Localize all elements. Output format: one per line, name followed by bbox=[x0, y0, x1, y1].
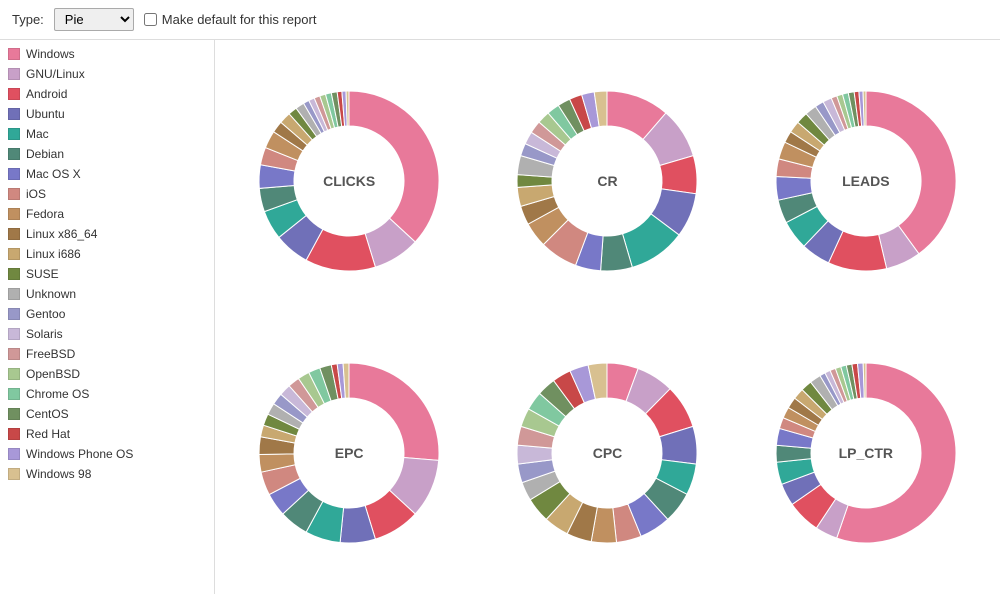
chart-label-cpc: CPC bbox=[593, 445, 623, 461]
legend-item[interactable]: Debian bbox=[0, 144, 214, 164]
legend-item[interactable]: CentOS bbox=[0, 404, 214, 424]
legend-item[interactable]: Linux i686 bbox=[0, 244, 214, 264]
legend-color-swatch bbox=[8, 148, 20, 160]
legend-color-swatch bbox=[8, 408, 20, 420]
legend-item-label: Android bbox=[26, 87, 67, 101]
legend-color-swatch bbox=[8, 468, 20, 480]
chart-cpc: CPC bbox=[483, 322, 731, 584]
legend-item-label: GNU/Linux bbox=[26, 67, 85, 81]
legend-item[interactable]: iOS bbox=[0, 184, 214, 204]
legend-color-swatch bbox=[8, 48, 20, 60]
chart-epc: EPC bbox=[225, 322, 473, 584]
legend-color-swatch bbox=[8, 88, 20, 100]
legend-item-label: Solaris bbox=[26, 327, 63, 341]
chart-lp_ctr: LP_CTR bbox=[742, 322, 990, 584]
legend-item[interactable]: Mac bbox=[0, 124, 214, 144]
chart-leads: LEADS bbox=[742, 50, 990, 312]
legend-item-label: Mac bbox=[26, 127, 49, 141]
legend-item[interactable]: OpenBSD bbox=[0, 364, 214, 384]
donut-wrapper: EPC bbox=[249, 353, 449, 553]
legend-color-swatch bbox=[8, 388, 20, 400]
legend-item-label: OpenBSD bbox=[26, 367, 80, 381]
legend-item-label: SUSE bbox=[26, 267, 59, 281]
legend-item[interactable]: Fedora bbox=[0, 204, 214, 224]
legend-item[interactable]: Unknown bbox=[0, 284, 214, 304]
legend-item-label: Gentoo bbox=[26, 307, 65, 321]
legend-item[interactable]: Windows Phone OS bbox=[0, 444, 214, 464]
legend-item[interactable]: Solaris bbox=[0, 324, 214, 344]
default-checkbox-label[interactable]: Make default for this report bbox=[144, 12, 317, 27]
legend-color-swatch bbox=[8, 208, 20, 220]
legend-item[interactable]: GNU/Linux bbox=[0, 64, 214, 84]
legend-item-label: Chrome OS bbox=[26, 387, 89, 401]
toolbar: Type: Pie Bar Line Make default for this… bbox=[0, 0, 1000, 40]
legend-color-swatch bbox=[8, 308, 20, 320]
legend-item-label: Windows Phone OS bbox=[26, 447, 133, 461]
legend-color-swatch bbox=[8, 328, 20, 340]
legend-color-swatch bbox=[8, 288, 20, 300]
legend-color-swatch bbox=[8, 368, 20, 380]
legend-item[interactable]: Ubuntu bbox=[0, 104, 214, 124]
legend-item[interactable]: Windows bbox=[0, 44, 214, 64]
legend-item[interactable]: Windows 98 bbox=[0, 464, 214, 484]
legend-item-label: Linux i686 bbox=[26, 247, 81, 261]
chart-label-clicks: CLICKS bbox=[323, 173, 375, 189]
chart-label-cr: CR bbox=[597, 173, 617, 189]
legend-color-swatch bbox=[8, 168, 20, 180]
type-select[interactable]: Pie Bar Line bbox=[54, 8, 134, 31]
chart-label-lp_ctr: LP_CTR bbox=[839, 445, 893, 461]
donut-wrapper: LP_CTR bbox=[766, 353, 966, 553]
donut-wrapper: LEADS bbox=[766, 81, 966, 281]
legend-color-swatch bbox=[8, 228, 20, 240]
type-label: Type: bbox=[12, 12, 44, 27]
legend-item-label: Mac OS X bbox=[26, 167, 81, 181]
legend-color-swatch bbox=[8, 68, 20, 80]
legend-item[interactable]: Linux x86_64 bbox=[0, 224, 214, 244]
legend-color-swatch bbox=[8, 248, 20, 260]
chart-label-epc: EPC bbox=[335, 445, 364, 461]
legend-color-swatch bbox=[8, 268, 20, 280]
default-checkbox[interactable] bbox=[144, 13, 157, 26]
legend-item[interactable]: Red Hat bbox=[0, 424, 214, 444]
legend-item[interactable]: FreeBSD bbox=[0, 344, 214, 364]
legend-item-label: Red Hat bbox=[26, 427, 70, 441]
legend-item[interactable]: Android bbox=[0, 84, 214, 104]
donut-wrapper: CPC bbox=[507, 353, 707, 553]
legend-item-label: Linux x86_64 bbox=[26, 227, 97, 241]
donut-wrapper: CR bbox=[507, 81, 707, 281]
legend-color-swatch bbox=[8, 448, 20, 460]
legend-color-swatch bbox=[8, 108, 20, 120]
legend-color-swatch bbox=[8, 188, 20, 200]
legend-item-label: iOS bbox=[26, 187, 46, 201]
legend-item-label: CentOS bbox=[26, 407, 69, 421]
legend-color-swatch bbox=[8, 348, 20, 360]
legend-item-label: FreeBSD bbox=[26, 347, 75, 361]
chart-cr: CR bbox=[483, 50, 731, 312]
legend-item[interactable]: Mac OS X bbox=[0, 164, 214, 184]
main-content: Windows GNU/Linux Android Ubuntu Mac Debian Ma… bbox=[0, 40, 1000, 594]
legend-item-label: Fedora bbox=[26, 207, 64, 221]
legend-item[interactable]: SUSE bbox=[0, 264, 214, 284]
legend-item-label: Ubuntu bbox=[26, 107, 65, 121]
donut-wrapper: CLICKS bbox=[249, 81, 449, 281]
legend-color-swatch bbox=[8, 428, 20, 440]
legend-item[interactable]: Chrome OS bbox=[0, 384, 214, 404]
charts-area: CLICKS CR LEADS EPC CPC LP_CTR bbox=[215, 40, 1000, 594]
chart-label-leads: LEADS bbox=[842, 173, 889, 189]
legend-item-label: Windows bbox=[26, 47, 75, 61]
legend-color-swatch bbox=[8, 128, 20, 140]
legend-item[interactable]: Gentoo bbox=[0, 304, 214, 324]
legend-panel[interactable]: Windows GNU/Linux Android Ubuntu Mac Debian Ma… bbox=[0, 40, 215, 594]
legend-item-label: Windows 98 bbox=[26, 467, 91, 481]
legend-item-label: Debian bbox=[26, 147, 64, 161]
chart-clicks: CLICKS bbox=[225, 50, 473, 312]
legend-item-label: Unknown bbox=[26, 287, 76, 301]
